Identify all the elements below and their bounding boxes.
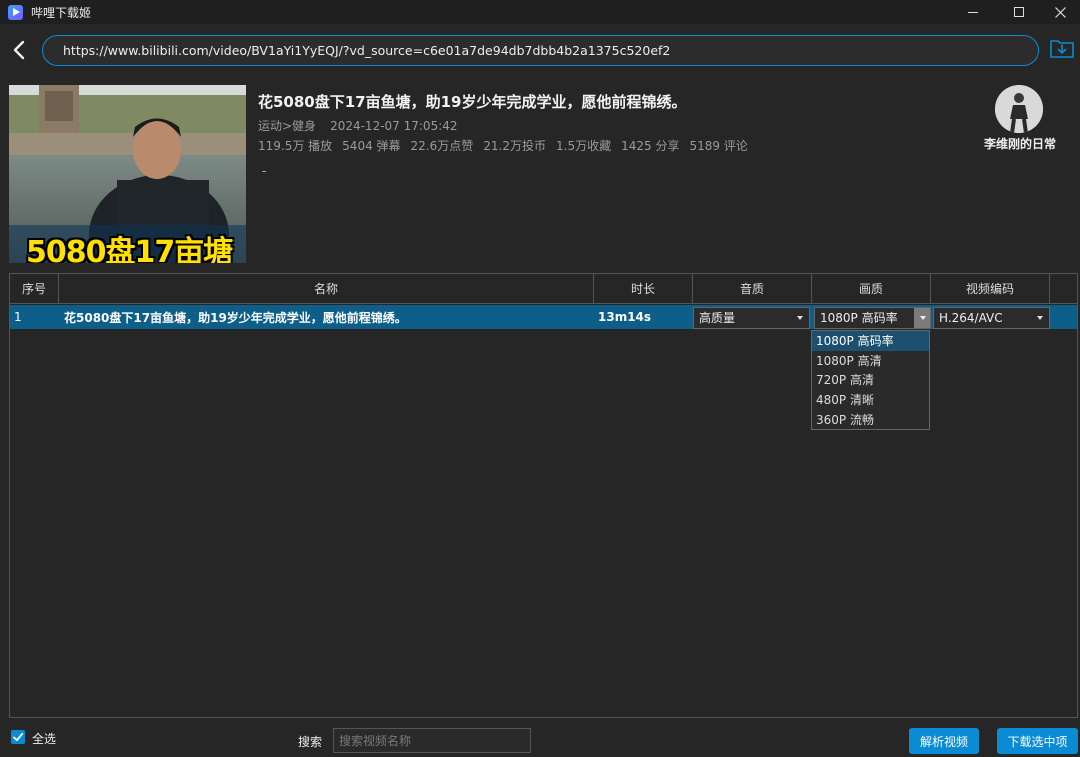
download-manager-button[interactable] [1049, 36, 1075, 60]
video-description: - [262, 164, 267, 178]
uploader-avatar[interactable] [995, 85, 1043, 133]
thumbnail-caption: 5080盘17亩塘 [26, 235, 233, 263]
quality-option[interactable]: 1080P 高清 [812, 351, 929, 371]
video-category: 运动>健身 [258, 119, 317, 133]
maximize-button[interactable] [996, 0, 1042, 24]
quality-option[interactable]: 480P 清晰 [812, 390, 929, 410]
video-quality-select[interactable]: 1080P 高码率 [814, 306, 931, 329]
video-stats: 119.5万 播放 5404 弹幕 22.6万点赞 21.2万投币 1.5万收藏 1425… [258, 137, 758, 154]
video-codec-select[interactable]: H.264/AVC [933, 306, 1050, 329]
maximize-icon [1014, 7, 1024, 17]
chevron-down-icon [797, 315, 803, 320]
app-logo-icon [8, 4, 23, 20]
video-meta: 运动>健身 2024-12-07 17:05:42 [258, 117, 472, 134]
stat-danmaku: 5404 弹幕 [342, 139, 401, 153]
url-input[interactable]: https://www.bilibili.com/video/BV1aYi1Yy… [42, 35, 1039, 66]
bottom-bar: 全选 搜索 解析视频 下载选中项 [0, 725, 1080, 757]
stat-shares: 1425 分享 [621, 139, 680, 153]
uploader-name[interactable]: 李维刚的日常 [960, 135, 1080, 152]
header-index[interactable]: 序号 [10, 274, 59, 304]
back-button[interactable] [11, 40, 29, 60]
table-header: 序号 名称 时长 音质 画质 视频编码 [10, 274, 1077, 304]
quality-cell: 1080P 高码率 [812, 305, 931, 329]
parse-video-button[interactable]: 解析视频 [909, 728, 979, 754]
header-duration[interactable]: 时长 [594, 274, 693, 304]
row-name: 花5080盘下17亩鱼塘，助19岁少年完成学业，愿他前程锦绣。 [64, 310, 407, 325]
video-quality-value: 1080P 高码率 [820, 311, 898, 325]
chevron-down-icon [920, 315, 926, 320]
minimize-icon [968, 11, 978, 13]
search-label: 搜索 [298, 735, 323, 749]
stat-favorites: 1.5万收藏 [556, 139, 612, 153]
quality-option[interactable]: 720P 高清 [812, 370, 929, 390]
close-icon [1054, 6, 1066, 18]
audio-quality-select[interactable]: 高质量 [693, 306, 810, 329]
stat-views: 119.5万 播放 [258, 139, 333, 153]
stat-likes: 22.6万点赞 [410, 139, 474, 153]
checkmark-icon [13, 732, 24, 742]
header-quality[interactable]: 画质 [812, 274, 931, 304]
header-codec[interactable]: 视频编码 [931, 274, 1050, 304]
chevron-down-icon [1037, 315, 1043, 320]
select-all-label[interactable]: 全选 [32, 730, 56, 747]
minimize-button[interactable] [950, 0, 996, 24]
video-quality-dropdown: 1080P 高码率 1080P 高清 720P 高清 480P 清晰 360P … [811, 330, 930, 430]
audio-cell: 高质量 [693, 305, 812, 329]
stat-coins: 21.2万投币 [483, 139, 546, 153]
table-row[interactable]: 1 花5080盘下17亩鱼塘，助19岁少年完成学业，愿他前程锦绣。 13m14s… [10, 305, 1077, 329]
audio-quality-value: 高质量 [699, 311, 736, 325]
download-selected-button[interactable]: 下载选中项 [997, 728, 1078, 754]
dropdown-toggle[interactable] [914, 307, 930, 328]
select-all-checkbox[interactable] [11, 730, 25, 744]
header-name[interactable]: 名称 [59, 274, 594, 304]
row-duration: 13m14s [598, 310, 652, 324]
header-audio[interactable]: 音质 [693, 274, 812, 304]
video-date: 2024-12-07 17:05:42 [330, 119, 458, 133]
row-index: 1 [14, 310, 22, 324]
search-input[interactable] [333, 728, 531, 753]
quality-option[interactable]: 360P 流畅 [812, 409, 929, 429]
title-bar: 哔哩下载姬 [0, 0, 1080, 24]
header-filler [1050, 274, 1077, 304]
close-button[interactable] [1040, 0, 1080, 24]
video-title: 花5080盘下17亩鱼塘，助19岁少年完成学业，愿他前程锦绣。 [258, 93, 687, 111]
download-folder-icon [1050, 40, 1074, 58]
stat-comments: 5189 评论 [689, 139, 748, 153]
video-thumbnail: 5080盘17亩塘 [9, 85, 246, 263]
chevron-left-icon [13, 40, 25, 60]
quality-option[interactable]: 1080P 高码率 [812, 331, 929, 351]
app-title: 哔哩下载姬 [31, 5, 92, 20]
codec-cell: H.264/AVC [931, 305, 1050, 329]
video-codec-value: H.264/AVC [939, 310, 1003, 325]
